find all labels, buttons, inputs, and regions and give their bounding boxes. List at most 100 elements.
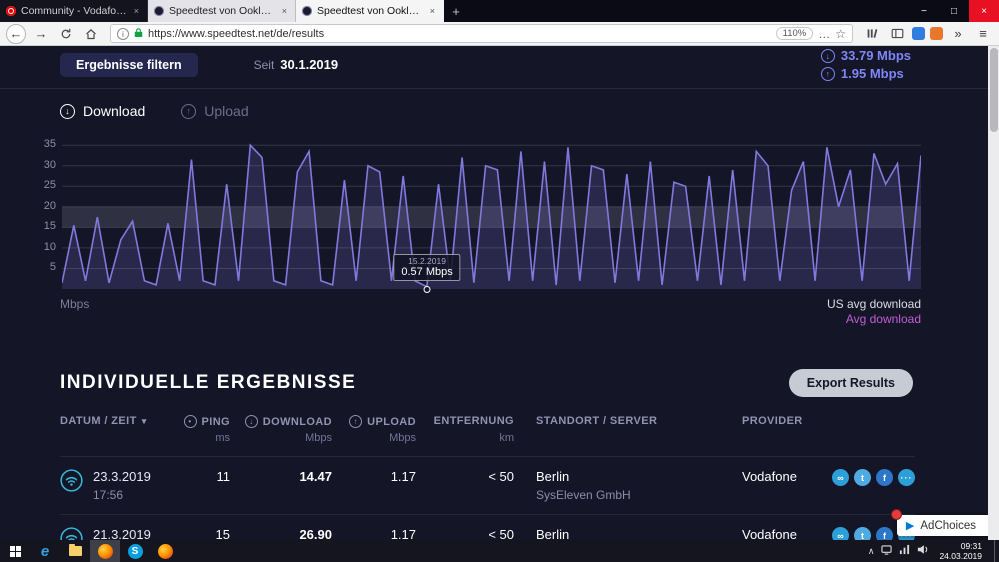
tab-close-icon[interactable]: × xyxy=(132,6,141,16)
result-city: Berlin xyxy=(536,527,570,540)
https-lock-icon xyxy=(134,25,143,43)
chart-tooltip: 15.2.2019 0.57 Mbps xyxy=(393,254,461,281)
sidebar-icon[interactable] xyxy=(887,24,907,44)
tab-download[interactable]: ↓ Download xyxy=(60,103,145,119)
clock-time: 09:31 xyxy=(960,541,982,551)
zoom-indicator[interactable]: 110% xyxy=(775,27,814,40)
tab-upload[interactable]: ↑ Upload xyxy=(181,103,249,119)
result-date: 21.3.2019 xyxy=(93,527,151,540)
browser-icon[interactable] xyxy=(150,540,180,562)
menu-icon[interactable]: ≡ xyxy=(973,24,993,44)
col-ping-header[interactable]: • PING xyxy=(172,415,230,428)
tab-download-label: Download xyxy=(83,103,146,119)
export-results-button[interactable]: Export Results xyxy=(788,369,913,397)
table-rows: 23.3.2019 17:56 11 14.47 1.17 < 50 Berli… xyxy=(60,456,915,540)
col-distance-header[interactable]: ENTFERNUNG xyxy=(416,415,514,427)
download-circle-icon: ↓ xyxy=(60,103,75,119)
chart-unit-label: Mbps xyxy=(60,297,90,311)
vodafone-favicon xyxy=(6,6,16,16)
adchoices-badge[interactable]: ▶ AdChoices xyxy=(890,509,988,536)
taskbar-clock[interactable]: 09:31 24.03.2019 xyxy=(936,541,987,561)
y-tick-label: 20 xyxy=(43,199,56,212)
table-header-row: DATUM / ZEIT ▾ • PING ↓ DOWNLOAD ↑ UPLOAD EN… xyxy=(60,415,915,428)
tab-vodafone-community[interactable]: Community - Vodafone Kabel × xyxy=(0,0,148,22)
windows-logo-icon xyxy=(9,545,21,557)
max-download-value: 33.79 Mbps xyxy=(840,48,911,63)
tab-close-icon[interactable]: × xyxy=(428,6,437,16)
unit-upload: Mbps xyxy=(389,432,416,444)
overflow-chevron-icon[interactable]: » xyxy=(948,24,968,44)
twitter-icon[interactable]: t xyxy=(854,527,871,540)
since-date[interactable]: 30.1.2019 xyxy=(280,57,338,72)
chart-footer: Mbps US avg download Avg download xyxy=(60,297,921,327)
facebook-icon[interactable]: f xyxy=(876,527,893,540)
wifi-icon xyxy=(60,469,83,495)
extension-icon-blue[interactable] xyxy=(912,27,925,40)
max-upload-value: 1.95 Mbps xyxy=(840,66,904,81)
tooltip-value: 0.57 Mbps xyxy=(401,266,453,278)
y-tick-label: 30 xyxy=(43,158,56,171)
volume-icon[interactable] xyxy=(917,542,929,560)
tab-speedtest-1[interactable]: Speedtest von Ookla - Der um × xyxy=(148,0,296,22)
col-upload-header[interactable]: ↑ UPLOAD xyxy=(332,415,416,428)
table-row[interactable]: 23.3.2019 17:56 11 14.47 1.17 < 50 Berli… xyxy=(60,456,915,514)
unit-distance: km xyxy=(499,432,514,444)
table-row[interactable]: 21.3.2019 16:57 15 26.90 1.17 < 50 Berli… xyxy=(60,514,915,540)
show-desktop-button[interactable] xyxy=(994,540,999,562)
library-icon[interactable] xyxy=(862,24,882,44)
chart-metric-tabs: ↓ Download ↑ Upload xyxy=(0,89,999,119)
address-bar[interactable]: i https://www.speedtest.net/de/results 1… xyxy=(110,24,853,43)
y-tick-label: 35 xyxy=(43,138,56,151)
extension-icon-orange[interactable] xyxy=(930,27,943,40)
speedtest-results-page: Ergebnisse filtern Seit 30.1.2019 ↓ 33.79… xyxy=(0,46,999,540)
wifi-icon xyxy=(60,527,83,540)
site-info-icon[interactable]: i xyxy=(117,27,129,40)
start-button[interactable] xyxy=(0,540,30,562)
network-icon[interactable] xyxy=(899,542,910,560)
legend-avg-download[interactable]: Avg download xyxy=(827,312,921,327)
maximize-button[interactable]: □ xyxy=(939,0,969,22)
tab-title: Speedtest von Ookla - Der um xyxy=(317,5,423,17)
new-tab-button[interactable]: + xyxy=(444,0,468,22)
col-date-header[interactable]: DATUM / ZEIT ▾ xyxy=(60,415,172,427)
share-link-icon[interactable]: ∞ xyxy=(832,527,849,540)
page-actions-icon[interactable]: … xyxy=(818,27,830,41)
share-link-icon[interactable]: ∞ xyxy=(832,469,849,486)
result-date: 23.3.2019 xyxy=(93,469,151,484)
tab-title: Speedtest von Ookla - Der um xyxy=(169,5,275,17)
display-icon[interactable] xyxy=(881,542,893,560)
hidden-icons-chevron[interactable]: ∧ xyxy=(868,546,875,557)
back-button[interactable]: ← xyxy=(6,23,26,44)
windows-taskbar: e S ∧ 09:31 24.03.2019 xyxy=(0,540,999,562)
speedtest-favicon xyxy=(302,6,312,16)
max-upload-stat: ↑ 1.95 Mbps xyxy=(820,66,911,81)
firefox-icon[interactable] xyxy=(90,540,120,562)
minimize-button[interactable]: − xyxy=(909,0,939,22)
close-button[interactable]: × xyxy=(969,0,999,22)
col-provider-header[interactable]: PROVIDER xyxy=(738,415,826,427)
notification-dot xyxy=(890,509,902,520)
twitter-icon[interactable]: t xyxy=(854,469,871,486)
col-server-header[interactable]: STANDORT / SERVER xyxy=(514,415,738,427)
file-explorer-icon[interactable] xyxy=(60,540,90,562)
url-text[interactable]: https://www.speedtest.net/de/results xyxy=(148,28,771,40)
bookmark-star-icon[interactable]: ☆ xyxy=(835,27,846,41)
result-server: SysEleven GmbH xyxy=(536,488,631,502)
filter-results-button[interactable]: Ergebnisse filtern xyxy=(60,52,198,77)
page-scrollbar[interactable] xyxy=(988,46,999,540)
skype-icon[interactable]: S xyxy=(120,540,150,562)
unit-ping: ms xyxy=(215,432,230,444)
y-tick-label: 25 xyxy=(43,179,56,192)
scrollbar-thumb[interactable] xyxy=(989,48,998,132)
facebook-icon[interactable]: f xyxy=(876,469,893,486)
forward-button[interactable]: → xyxy=(31,24,51,44)
tab-speedtest-2-active[interactable]: Speedtest von Ookla - Der um × xyxy=(296,0,444,22)
tab-close-icon[interactable]: × xyxy=(280,6,289,16)
result-time: 17:56 xyxy=(93,488,124,502)
edge-icon[interactable]: e xyxy=(30,540,60,562)
chart-plot[interactable]: 15.2.2019 0.57 Mbps xyxy=(62,137,921,293)
reload-icon[interactable] xyxy=(56,24,76,44)
home-icon[interactable] xyxy=(81,24,101,44)
col-download-header[interactable]: ↓ DOWNLOAD xyxy=(230,415,332,428)
more-options-icon[interactable]: ··· xyxy=(898,469,915,486)
